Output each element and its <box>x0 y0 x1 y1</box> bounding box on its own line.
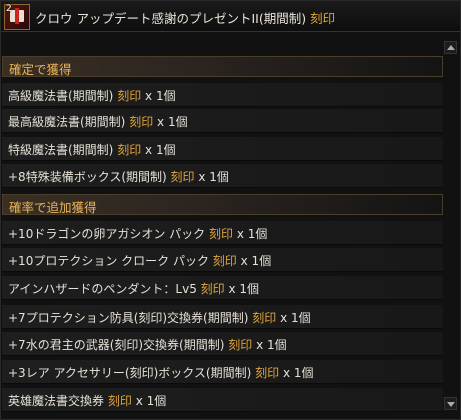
title-bar: 2 クロウ アップデート感謝のプレゼントII(期間制) 刻印 <box>1 1 460 32</box>
list-item[interactable]: 最高級魔法書(期間制) 刻印 x 1個 <box>2 109 443 133</box>
item-qty: x 1個 <box>157 115 188 129</box>
section-header-label: 確定で獲得 <box>9 62 72 77</box>
item-tag: 刻印 <box>107 394 132 408</box>
item-name: 英雄魔法書交換券 <box>8 394 105 408</box>
list-item-text: 最高級魔法書(期間制) 刻印 x 1個 <box>8 113 188 130</box>
reward-window: 2 クロウ アップデート感謝のプレゼントII(期間制) 刻印 確定で獲得 高級魔… <box>0 0 461 420</box>
list-item[interactable]: 英雄魔法書交換券 刻印 x 1個 <box>2 388 443 412</box>
item-qty: x 1個 <box>198 170 229 184</box>
item-tag: 刻印 <box>212 254 237 268</box>
item-name: 特級魔法書(期間制) <box>8 143 114 157</box>
list-item[interactable]: +10ドラゴンの卵アガシオン パック 刻印 x 1個 <box>2 221 443 245</box>
item-tag: 刻印 <box>252 311 277 325</box>
item-tag: 刻印 <box>200 282 225 296</box>
list-item-text: 高級魔法書(期間制) 刻印 x 1個 <box>8 87 176 104</box>
item-count: 2 <box>6 4 12 14</box>
item-qty: x 1個 <box>280 311 311 325</box>
item-tag: 刻印 <box>208 227 233 241</box>
item-qty: x 1個 <box>145 143 176 157</box>
section-header-chance: 確率で追加獲得 <box>2 194 443 215</box>
list-item-text: +7水の君主の武器(刻印)交換券(期間制) 刻印 x 1個 <box>8 336 287 353</box>
list-item[interactable]: +7水の君主の武器(刻印)交換券(期間制) 刻印 x 1個 <box>2 332 443 356</box>
list-item-text: +10プロテクション クローク パック 刻印 x 1個 <box>8 252 271 269</box>
item-tag: 刻印 <box>170 170 195 184</box>
list-item[interactable]: +8特殊装備ボックス(期間制) 刻印 x 1個 <box>2 164 443 188</box>
item-tag: 刻印 <box>117 89 142 103</box>
list-item[interactable]: +7プロテクション防具(刻印)交換券(期間制) 刻印 x 1個 <box>2 305 443 329</box>
item-name: +8特殊装備ボックス(期間制) <box>8 170 167 184</box>
list-item-text: +8特殊装備ボックス(期間制) 刻印 x 1個 <box>8 168 229 185</box>
item-name: +10プロテクション クローク パック <box>8 254 209 268</box>
list-item[interactable]: +10プロテクション クローク パック 刻印 x 1個 <box>2 248 443 272</box>
list-item-text: +3レア アクセサリー(刻印)ボックス(期間制) 刻印 x 1個 <box>8 364 314 381</box>
item-name: +10ドラゴンの卵アガシオン パック <box>8 227 206 241</box>
item-name: 高級魔法書(期間制) <box>8 89 114 103</box>
item-tag: 刻印 <box>117 143 142 157</box>
gift-box-icon[interactable]: 2 <box>4 4 30 30</box>
item-qty: x 1個 <box>256 338 287 352</box>
item-qty: x 1個 <box>228 282 260 296</box>
item-name: アインハザードのペンダント：Lv5 <box>8 282 197 296</box>
item-qty: x 1個 <box>282 366 314 380</box>
item-name: 最高級魔法書(期間制) <box>8 115 126 129</box>
item-qty: x 1個 <box>240 254 272 268</box>
section-header-label: 確率で追加獲得 <box>9 200 97 215</box>
item-name: +3レア アクセサリー(刻印)ボックス(期間制) <box>8 366 252 380</box>
item-qty: x 1個 <box>145 89 176 103</box>
list-item-text: 英雄魔法書交換券 刻印 x 1個 <box>8 392 166 409</box>
arrow-down-icon[interactable] <box>444 397 457 410</box>
list-item[interactable]: +3レア アクセサリー(刻印)ボックス(期間制) 刻印 x 1個 <box>2 360 443 384</box>
list-item[interactable]: 特級魔法書(期間制) 刻印 x 1個 <box>2 137 443 161</box>
section-header-guaranteed: 確定で獲得 <box>2 56 443 77</box>
list-item-text: アインハザードのペンダント：Lv5 刻印 x 1個 <box>8 280 259 297</box>
list-item[interactable]: アインハザードのペンダント：Lv5 刻印 x 1個 <box>2 276 443 300</box>
item-name: +7水の君主の武器(刻印)交換券(期間制) <box>8 338 225 352</box>
item-tag: 刻印 <box>255 366 280 380</box>
list-item-text: +10ドラゴンの卵アガシオン パック 刻印 x 1個 <box>8 225 267 242</box>
list-item[interactable]: 高級魔法書(期間制) 刻印 x 1個 <box>2 83 443 107</box>
item-name: +7プロテクション防具(刻印)交換券(期間制) <box>8 311 249 325</box>
item-qty: x 1個 <box>236 227 268 241</box>
title-label: クロウ アップデート感謝のプレゼントII(期間制) <box>35 11 307 26</box>
arrow-up-icon[interactable] <box>444 41 457 54</box>
item-tag: 刻印 <box>129 115 154 129</box>
item-qty: x 1個 <box>135 394 167 408</box>
title-tag: 刻印 <box>310 11 336 26</box>
item-tag: 刻印 <box>228 338 253 352</box>
window-title: クロウ アップデート感謝のプレゼントII(期間制) 刻印 <box>35 8 335 27</box>
list-item-text: 特級魔法書(期間制) 刻印 x 1個 <box>8 141 176 158</box>
gift-ribbon <box>15 8 19 24</box>
list-item-text: +7プロテクション防具(刻印)交換券(期間制) 刻印 x 1個 <box>8 309 311 326</box>
